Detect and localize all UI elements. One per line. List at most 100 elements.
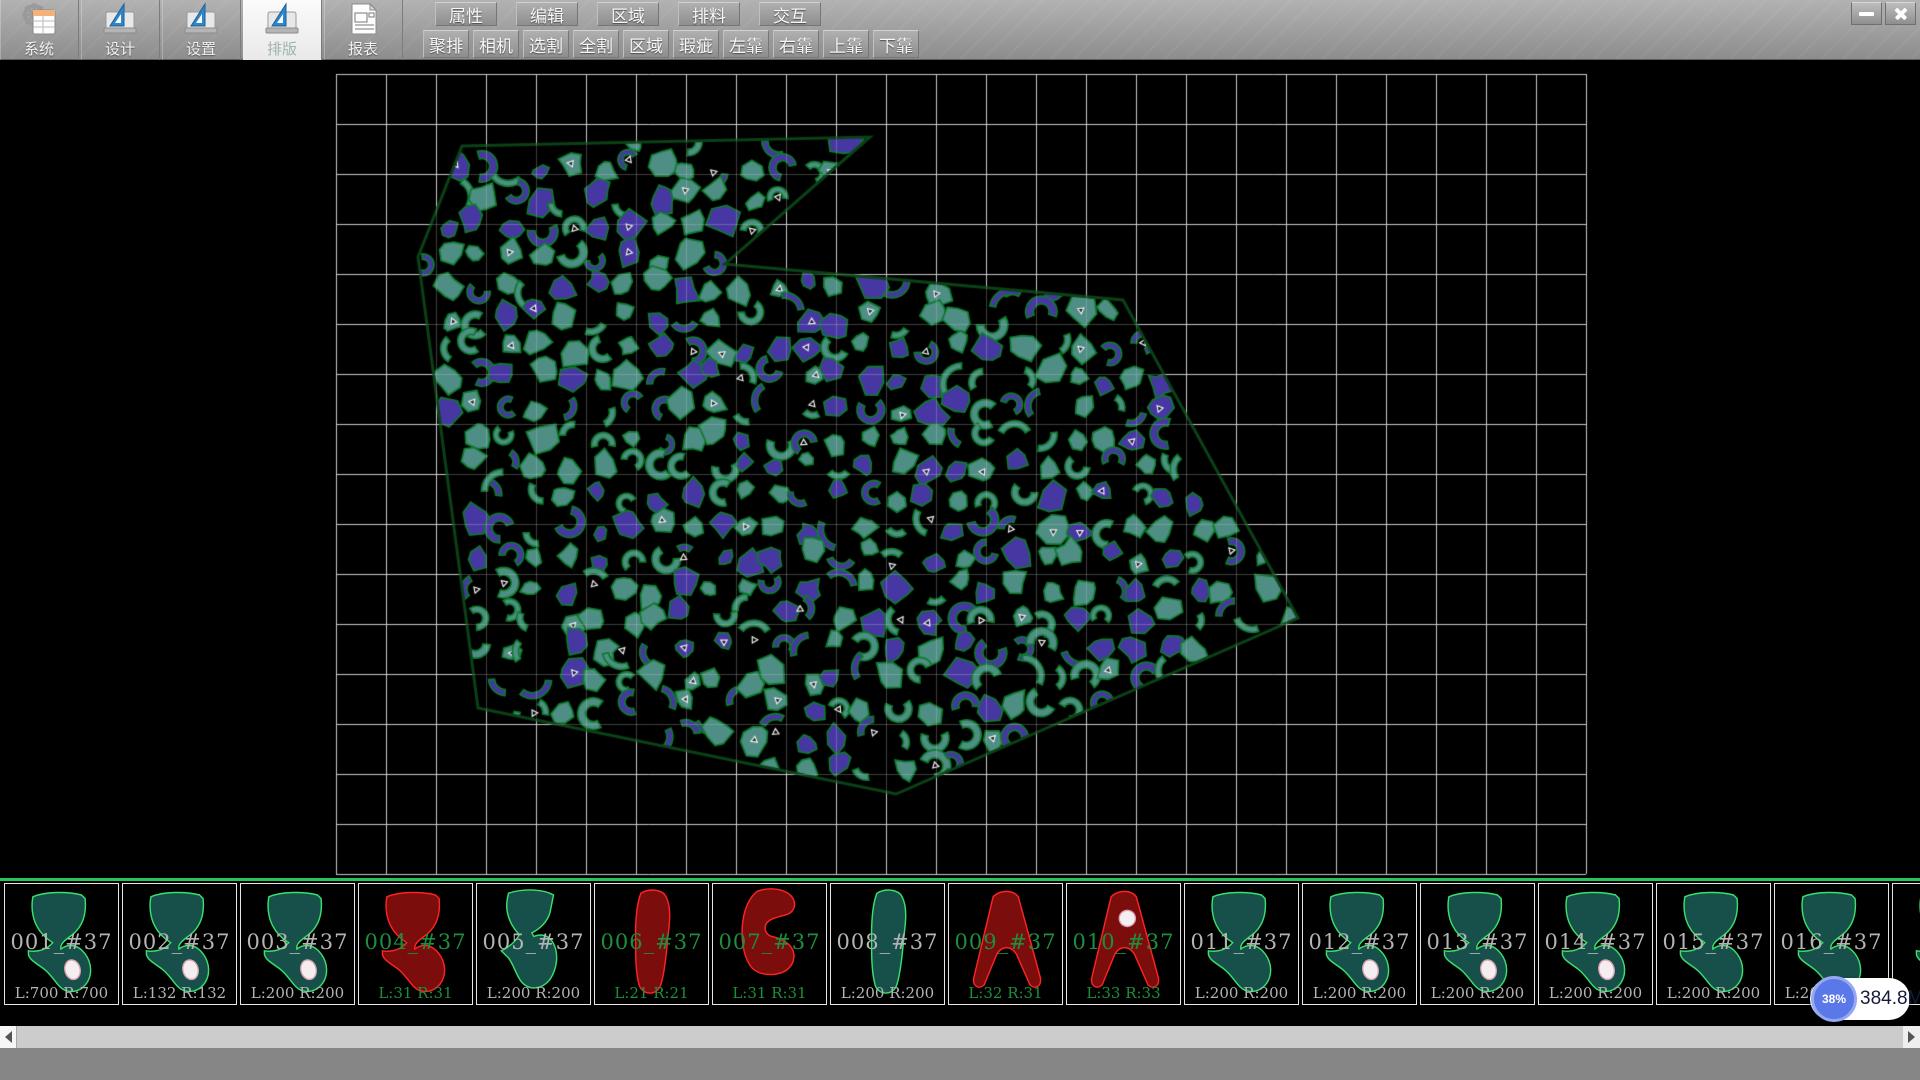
piece-lr-count: L:132 R:132 (123, 984, 236, 1002)
piece-thumbnail-1[interactable]: 001_#37 L:700 R:700 (4, 883, 119, 1005)
piece-thumbnail-6[interactable]: 006_#37 L:21 R:21 (594, 883, 709, 1005)
app-tab-label: 报表 (348, 38, 378, 59)
piece-thumbnail-13[interactable]: 013_#37 L:200 R:200 (1420, 883, 1535, 1005)
toolstrip-item-6[interactable]: 左靠 (723, 30, 769, 58)
memory-size-label: 384.8M (1860, 978, 1920, 1020)
app-tab-0[interactable]: 系统 (0, 0, 79, 60)
progress-percent-badge: 38% (1811, 976, 1857, 1022)
piece-id-label: 007_#37 (713, 930, 826, 954)
ruler-laptop-icon (266, 4, 298, 33)
piece-id-label: 014_#37 (1539, 930, 1652, 954)
piece-lr-count: L:200 R:200 (477, 984, 590, 1002)
toolstrip-item-7[interactable]: 右靠 (773, 30, 819, 58)
ruler-laptop-icon (183, 2, 219, 36)
piece-lr-count: L:200 R:200 (1657, 984, 1770, 1002)
piece-thumbnail-9[interactable]: 009_#37 L:32 R:31 (948, 883, 1063, 1005)
piece-thumbnail-15[interactable]: 015_#37 L:200 R:200 (1656, 883, 1771, 1005)
toolstrip-item-1[interactable]: 相机 (473, 30, 519, 58)
ruler-laptop-icon (102, 2, 138, 36)
piece-thumbnail-5[interactable]: 005_#37 L:200 R:200 (476, 883, 591, 1005)
piece-lr-count: L:31 R:31 (359, 984, 472, 1002)
app-tab-label: 排版 (267, 38, 297, 59)
minimize-icon (1859, 12, 1874, 16)
app-tab-label: 设计 (105, 38, 135, 59)
app-tab-4[interactable]: 报表 (324, 0, 403, 60)
gear-table-icon (22, 3, 55, 34)
piece-thumbnail-14[interactable]: 014_#37 L:200 R:200 (1538, 883, 1653, 1005)
piece-thumbnail-8[interactable]: 008_#37 L:200 R:200 (830, 883, 945, 1005)
menubar-item-1[interactable]: 编辑 (516, 2, 578, 26)
toolstrip-item-8[interactable]: 上靠 (823, 30, 869, 58)
piece-id-label: 016_#37 (1775, 930, 1888, 954)
close-button[interactable] (1885, 2, 1916, 25)
piece-lr-count: L:200 R:200 (1421, 984, 1534, 1002)
app-tab-1[interactable]: 设计 (81, 0, 160, 60)
status-bar (0, 1048, 1920, 1080)
piece-thumbnail-7[interactable]: 007_#37 L:31 R:31 (712, 883, 827, 1005)
toolstrip-item-0[interactable]: 聚排 (423, 30, 469, 58)
piece-lr-count: L:200 R:200 (831, 984, 944, 1002)
piece-lr-count: L:200 R:200 (1303, 984, 1416, 1002)
piece-thumbnail-3[interactable]: 003_#37 L:200 R:200 (240, 883, 355, 1005)
menubar-item-0[interactable]: 属性 (435, 2, 497, 26)
app-tab-3[interactable]: 排版 (243, 0, 322, 60)
main-toolbar: 系统 设计 设置 排版 报表 属性编辑区域排料交互 聚排相机选割全割区域瑕疵左靠… (0, 0, 1920, 60)
piece-id-label: 013_#37 (1421, 930, 1534, 954)
report-icon (352, 4, 376, 34)
toolstrip-item-2[interactable]: 选割 (523, 30, 569, 58)
piece-id-label: 001_#37 (5, 930, 118, 954)
toolstrip-item-3[interactable]: 全割 (573, 30, 619, 58)
scroll-left-button[interactable] (0, 1026, 17, 1048)
piece-thumbnail-12[interactable]: 012_#37 L:200 R:200 (1302, 883, 1417, 1005)
scroll-left-icon (5, 1031, 12, 1043)
piece-id-label: 003_#37 (241, 930, 354, 954)
nesting-canvas[interactable] (0, 60, 1920, 878)
piece-id-label: 011_#37 (1185, 930, 1298, 954)
piece-id-label: 009_#37 (949, 930, 1062, 954)
toolstrip-item-9[interactable]: 下靠 (873, 30, 919, 58)
gear-table-icon (21, 2, 57, 36)
memory-progress-pill: 38% 384.8M (1810, 978, 1910, 1020)
piece-lr-count: L:200 R:200 (1185, 984, 1298, 1002)
piece-lr-count: L:33 R:33 (1067, 984, 1180, 1002)
close-icon (1893, 6, 1909, 22)
horizontal-scrollbar[interactable] (0, 1026, 1920, 1048)
piece-lr-count: L:700 R:700 (5, 984, 118, 1002)
piece-lr-count: L:200 R:200 (241, 984, 354, 1002)
ruler-laptop-icon (104, 4, 136, 33)
piece-id-label: 002_#37 (123, 930, 236, 954)
piece-id-label: 010_#37 (1067, 930, 1180, 954)
piece-id-label: 005_#37 (477, 930, 590, 954)
piece-lr-count: L:21 R:21 (595, 984, 708, 1002)
ruler-laptop-icon (185, 4, 217, 33)
piece-thumbnail-10[interactable]: 010_#37 L:33 R:33 (1066, 883, 1181, 1005)
piece-lr-count: L:31 R:31 (713, 984, 826, 1002)
piece-thumbnail-4[interactable]: 004_#37 L:31 R:31 (358, 883, 473, 1005)
toolstrip-item-5[interactable]: 瑕疵 (673, 30, 719, 58)
nesting-app-window: 系统 设计 设置 排版 报表 属性编辑区域排料交互 聚排相机选割全割区域瑕疵左靠… (0, 0, 1920, 1080)
ruler-laptop-icon (264, 2, 300, 36)
piece-filmstrip: 001_#37 L:700 R:700 002_#37 L:132 R:132 … (0, 878, 1920, 1026)
scroll-right-button[interactable] (1903, 1026, 1920, 1048)
piece-id-label: 006_#37 (595, 930, 708, 954)
tool-strip: 聚排相机选割全割区域瑕疵左靠右靠上靠下靠 (423, 30, 919, 58)
menubar-item-2[interactable]: 区域 (597, 2, 659, 26)
piece-lr-count: L:32 R:31 (949, 984, 1062, 1002)
menu-bar: 属性编辑区域排料交互 (435, 2, 821, 26)
window-controls (1851, 2, 1916, 25)
minimize-button[interactable] (1851, 2, 1882, 25)
app-tab-2[interactable]: 设置 (162, 0, 241, 60)
piece-thumbnail-2[interactable]: 002_#37 L:132 R:132 (122, 883, 237, 1005)
scroll-right-icon (1908, 1031, 1915, 1043)
menubar-item-3[interactable]: 排料 (678, 2, 740, 26)
piece-lr-count: L:200 R:200 (1539, 984, 1652, 1002)
piece-id-label: 012_#37 (1303, 930, 1416, 954)
piece-id-label: 008_#37 (831, 930, 944, 954)
menubar-item-4[interactable]: 交互 (759, 2, 821, 26)
app-tab-label: 设置 (186, 38, 216, 59)
piece-thumbnail-11[interactable]: 011_#37 L:200 R:200 (1184, 883, 1299, 1005)
piece-id-label: 015_#37 (1657, 930, 1770, 954)
report-icon (345, 2, 381, 36)
filmstrip-top-border (0, 878, 1920, 881)
toolstrip-item-4[interactable]: 区域 (623, 30, 669, 58)
